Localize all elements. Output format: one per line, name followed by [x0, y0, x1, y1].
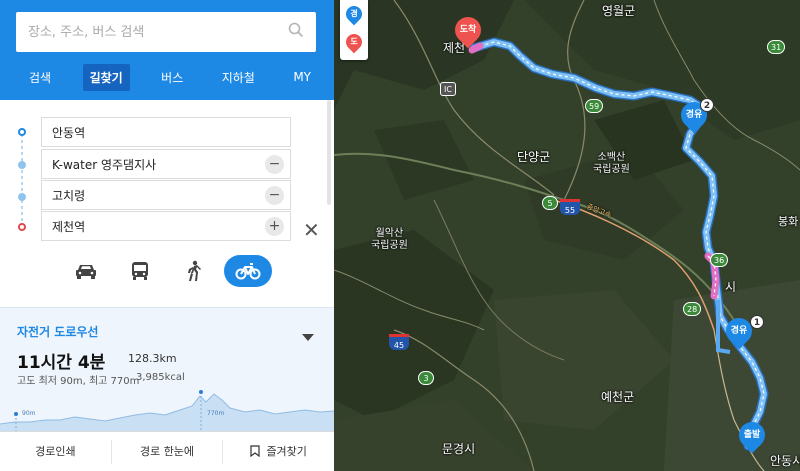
tab-directions[interactable]: 길찾기	[82, 63, 130, 91]
destination-pin[interactable]: 도착	[449, 11, 487, 49]
map-label: 안동시	[770, 454, 800, 468]
route-panel: 검색 길찾기 버스 지하철 MY 안동역 K-water 영주댐지사 − 고치령	[0, 0, 334, 471]
map-label: 봉화	[778, 215, 799, 228]
panel-header: 검색 길찾기 버스 지하철 MY	[0, 0, 334, 100]
mode-bus-button[interactable]	[116, 255, 164, 287]
route-shield: 59	[585, 99, 604, 113]
map-side-legend: 경 도	[340, 0, 368, 60]
legend-pin-icon[interactable]: 경	[342, 2, 366, 26]
start-marker	[18, 128, 26, 136]
elev-max-label: 770m	[207, 410, 225, 417]
via-field-2[interactable]: 고치령 −	[41, 180, 291, 210]
remove-via-button[interactable]: −	[265, 186, 284, 205]
favorite-label: 즐겨찾기	[266, 444, 307, 458]
route-shield: 31	[767, 40, 786, 54]
map-label: 시	[725, 280, 737, 294]
via-marker	[18, 193, 26, 201]
elev-min-label: 90m	[22, 410, 36, 417]
end-field[interactable]: 제천역 +	[41, 211, 291, 241]
waypoint-number-badge: 2	[700, 98, 714, 112]
main-tabs: 검색 길찾기 버스 지하철 MY	[0, 62, 334, 92]
transport-modes	[60, 255, 280, 287]
tab-my[interactable]: MY	[286, 65, 318, 89]
end-marker	[18, 223, 26, 231]
route-result[interactable]: 자전거 도로우선 11시간 4분 128.3km 고도 최저 90m, 최고 7…	[0, 307, 334, 432]
map-view[interactable]: 경 도 영월군 제천 단양군 소백산 국립공원 월악산 국립공원 예천군 문경시…	[334, 0, 800, 471]
mode-walk-button[interactable]	[170, 255, 218, 287]
route-duration: 11시간 4분	[17, 353, 106, 373]
route-distance: 128.3km	[128, 352, 177, 365]
remove-via-button[interactable]: −	[265, 155, 284, 174]
tab-search[interactable]: 검색	[22, 64, 58, 91]
tab-bus[interactable]: 버스	[154, 64, 190, 91]
close-icon[interactable]: ✕	[303, 218, 320, 242]
route-shield: 28	[683, 302, 702, 316]
map-label: 소백산 국립공원	[593, 152, 630, 175]
bottom-actions: 경로인쇄 경로 한눈에 즐겨찾기	[0, 431, 334, 471]
map-label: 예천군	[601, 390, 635, 404]
route-form: 안동역 K-water 영주댐지사 − 고치령 − 제천역 + ✕	[0, 100, 334, 307]
search-box	[16, 12, 316, 52]
via-value: K-water 영주댐지사	[52, 157, 157, 172]
favorite-button[interactable]: 즐겨찾기	[223, 440, 334, 464]
waypoint-number-badge: 1	[750, 315, 764, 329]
car-icon	[76, 265, 96, 279]
waypoint-connector	[21, 134, 23, 224]
route-calories: 3,985kcal	[136, 372, 185, 383]
map-label: 문경시	[442, 442, 476, 456]
route-shield: 36	[710, 253, 729, 267]
legend-pin-icon[interactable]: 도	[342, 30, 366, 54]
map-label: 영월군	[602, 4, 636, 18]
via-field-1[interactable]: K-water 영주댐지사 −	[41, 149, 291, 179]
add-via-button[interactable]: +	[265, 217, 284, 236]
print-route-button[interactable]: 경로인쇄	[0, 439, 112, 464]
mode-bicycle-button[interactable]	[224, 255, 272, 287]
via-value: 고치령	[52, 188, 86, 203]
map-label: 단양군	[517, 150, 551, 164]
expressway-shield: 55	[560, 199, 580, 215]
interchange-shield: IC	[440, 82, 456, 96]
map-label: 월악산 국립공원	[371, 228, 408, 251]
map-app: 검색 길찾기 버스 지하철 MY 안동역 K-water 영주댐지사 − 고치령	[0, 0, 800, 471]
origin-pin[interactable]: 출발	[733, 416, 771, 454]
route-overview-button[interactable]: 경로 한눈에	[112, 439, 224, 464]
route-shield: 3	[418, 371, 434, 385]
walk-icon	[188, 260, 201, 281]
bus-icon	[132, 262, 148, 280]
search-input[interactable]	[28, 24, 288, 40]
expressway-shield: 45	[389, 334, 409, 350]
search-icon[interactable]	[288, 22, 304, 42]
bookmark-icon	[250, 444, 261, 457]
bicycle-icon	[235, 263, 261, 280]
tab-subway[interactable]: 지하철	[215, 64, 262, 91]
form-scrollbar[interactable]	[327, 100, 331, 205]
start-value: 안동역	[52, 125, 86, 140]
route-shield: 5	[542, 196, 558, 210]
elevation-profile	[0, 390, 334, 432]
via-marker	[18, 161, 26, 169]
start-field[interactable]: 안동역	[41, 117, 291, 147]
route-type-label: 자전거 도로우선	[17, 325, 99, 339]
chevron-down-icon[interactable]	[302, 334, 314, 341]
mode-car-button[interactable]	[62, 255, 110, 287]
end-value: 제천역	[52, 219, 86, 234]
